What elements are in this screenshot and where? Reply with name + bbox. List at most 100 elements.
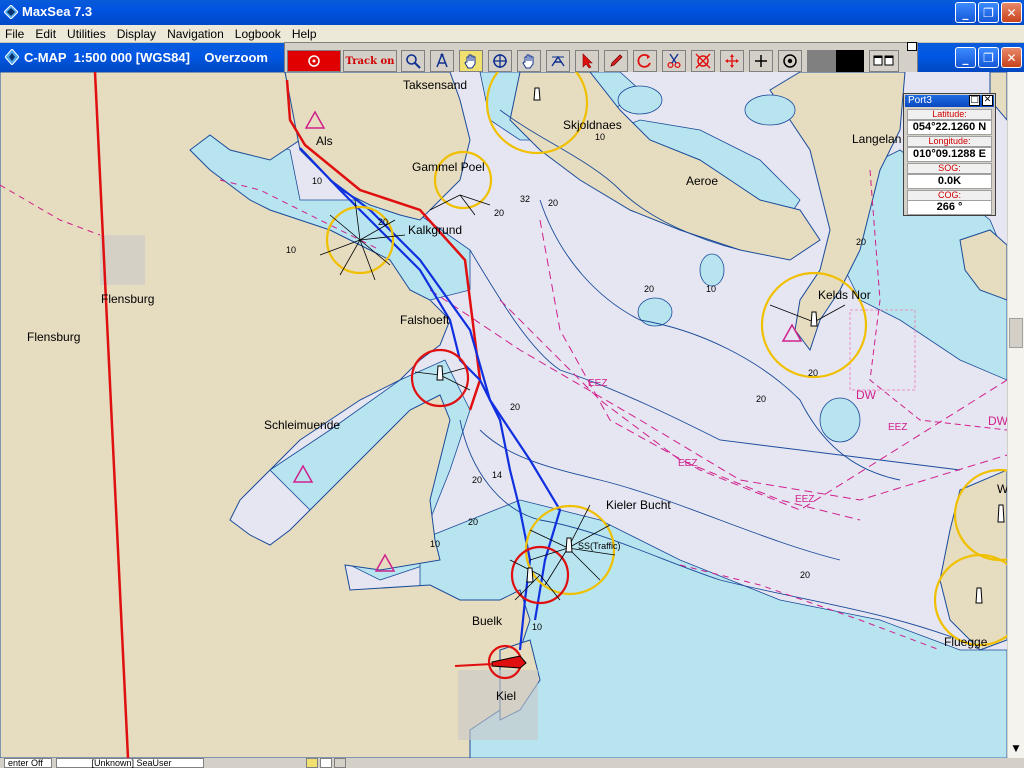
scrollbar-thumb[interactable]	[1009, 318, 1023, 348]
place-traffic[interactable]: SS(Traffic)	[578, 541, 621, 551]
target-button[interactable]	[691, 50, 715, 72]
track-on-label: Track on	[345, 55, 395, 67]
hatch-kiel	[458, 670, 538, 740]
menu-display[interactable]: Display	[112, 26, 162, 41]
crosshair-button[interactable]	[488, 50, 512, 72]
minimize-icon: _	[962, 50, 969, 65]
close-button[interactable]: ✕	[1001, 2, 1022, 23]
center-button[interactable]	[778, 50, 802, 72]
menu-help[interactable]: Help	[287, 26, 323, 41]
place-skjoldnaes[interactable]: Skjoldnaes	[563, 118, 622, 132]
hand-tool-button[interactable]	[517, 50, 541, 72]
pointer-button[interactable]	[575, 50, 599, 72]
place-aeroe[interactable]: Aeroe	[686, 174, 718, 188]
place-flensburg-city[interactable]: Flensburg	[101, 292, 154, 306]
toolbar-spacer-black	[836, 50, 864, 72]
window-layout-button[interactable]	[869, 50, 899, 72]
plus-button[interactable]	[749, 50, 773, 72]
cog-value: 266 °	[907, 200, 992, 215]
depth-label: 20	[808, 368, 819, 378]
chart-toolbar: Track on	[284, 42, 918, 73]
lighthouse-skjoldnaes	[533, 87, 541, 101]
depth-label: 10	[595, 132, 606, 142]
place-fluegge[interactable]: Fluegge	[944, 635, 987, 649]
track-on-button[interactable]: Track on	[343, 50, 397, 72]
depth-label: 10	[706, 284, 717, 294]
place-kalkgrund[interactable]: Kalkgrund	[408, 223, 462, 237]
place-gammel-poel[interactable]: Gammel Poel	[412, 160, 485, 174]
toolbar-close-button[interactable]	[907, 42, 917, 51]
place-falshoeft[interactable]: Falshoeft	[400, 313, 449, 327]
zone-label-dw: DW	[856, 388, 876, 402]
nautical-chart[interactable]: Taksensand Skjoldnaes Langelan Als Gamme…	[0, 72, 1007, 758]
latitude-label: Latitude:	[907, 109, 992, 120]
zone-label-eez: EEZ	[588, 378, 608, 389]
place-w[interactable]: W	[997, 482, 1007, 496]
menu-navigation[interactable]: Navigation	[162, 26, 230, 41]
compass-button[interactable]	[430, 50, 454, 72]
port3-panel[interactable]: Port3 □ ✕ Latitude: 054°22.1260 N Longit…	[903, 93, 996, 216]
restore-button[interactable]: ❐	[978, 2, 999, 23]
chart-graphics	[0, 72, 1007, 758]
place-schleimuende[interactable]: Schleimuende	[264, 418, 340, 432]
zone-label-eez: EEZ	[795, 494, 815, 505]
place-kiel[interactable]: Kiel	[496, 689, 516, 703]
place-taksensand[interactable]: Taksensand	[403, 78, 467, 92]
lighthouse-falshoeft	[436, 365, 444, 381]
hand-icon	[522, 54, 534, 69]
restore-icon: ❐	[983, 50, 994, 65]
depth-label: 10	[286, 245, 297, 255]
minimize-icon: _	[962, 5, 969, 20]
chart-minimize-button[interactable]: _	[955, 47, 976, 68]
chart-restore-button[interactable]: ❐	[978, 47, 999, 68]
scissors-button[interactable]	[662, 50, 686, 72]
depth-label: 20	[800, 570, 811, 580]
target-icon	[695, 53, 711, 69]
rotate-button[interactable]	[633, 50, 657, 72]
app-title-bar: MaxSea 7.3 _ ❐ ✕	[0, 0, 1024, 25]
shoal-5	[744, 94, 796, 126]
shoal-3	[819, 397, 861, 443]
place-buelk[interactable]: Buelk	[472, 614, 502, 628]
depth-label: 20	[468, 517, 479, 527]
longitude-value: 010°09.1288 E	[907, 147, 992, 162]
status-scroll-left-icon[interactable]	[334, 758, 346, 768]
close-icon: ✕	[983, 95, 992, 105]
toolbar-spacer-gray	[807, 50, 836, 72]
zoom-icon	[406, 54, 421, 69]
scissors-icon	[667, 53, 681, 69]
pan-button[interactable]	[459, 50, 483, 72]
vertical-scrollbar[interactable]: ▼	[1007, 72, 1024, 758]
lighthouse-east	[997, 504, 1005, 523]
close-icon: ✕	[1006, 5, 1017, 20]
depth-label: 20	[510, 402, 521, 412]
place-als[interactable]: Als	[316, 134, 333, 148]
pencil-button[interactable]	[604, 50, 628, 72]
port3-restore-button[interactable]: □	[969, 95, 980, 106]
zoom-button[interactable]	[401, 50, 425, 72]
menu-logbook[interactable]: Logbook	[230, 26, 287, 41]
place-kelds-nor[interactable]: Kelds Nor	[818, 288, 871, 302]
place-kieler-bucht[interactable]: Kieler Bucht	[606, 498, 671, 512]
mob-button[interactable]	[287, 50, 341, 72]
move-button[interactable]	[720, 50, 744, 72]
depth-label: 20	[644, 284, 655, 294]
depth-label: 10	[430, 539, 441, 549]
port3-close-button[interactable]: ✕	[982, 95, 993, 106]
longitude-label: Longitude:	[907, 136, 992, 147]
hatch-flensburg	[100, 235, 145, 285]
bearing-button[interactable]	[546, 50, 570, 72]
pencil-icon	[610, 54, 623, 67]
latitude-value: 054°22.1260 N	[907, 120, 992, 135]
menu-edit[interactable]: Edit	[30, 26, 62, 41]
chart-close-button[interactable]: ✕	[1001, 47, 1022, 68]
depth-label: 32	[520, 194, 531, 204]
place-langeland[interactable]: Langelan	[852, 132, 901, 146]
minimize-button[interactable]: _	[955, 2, 976, 23]
depth-label: 10	[312, 176, 323, 186]
menu-file[interactable]: File	[0, 26, 30, 41]
menu-utilities[interactable]: Utilities	[62, 26, 112, 41]
zone-label-eez: EEZ	[888, 422, 908, 433]
scroll-down-icon[interactable]: ▼	[1009, 744, 1023, 758]
place-flensburg-region[interactable]: Flensburg	[27, 330, 80, 344]
